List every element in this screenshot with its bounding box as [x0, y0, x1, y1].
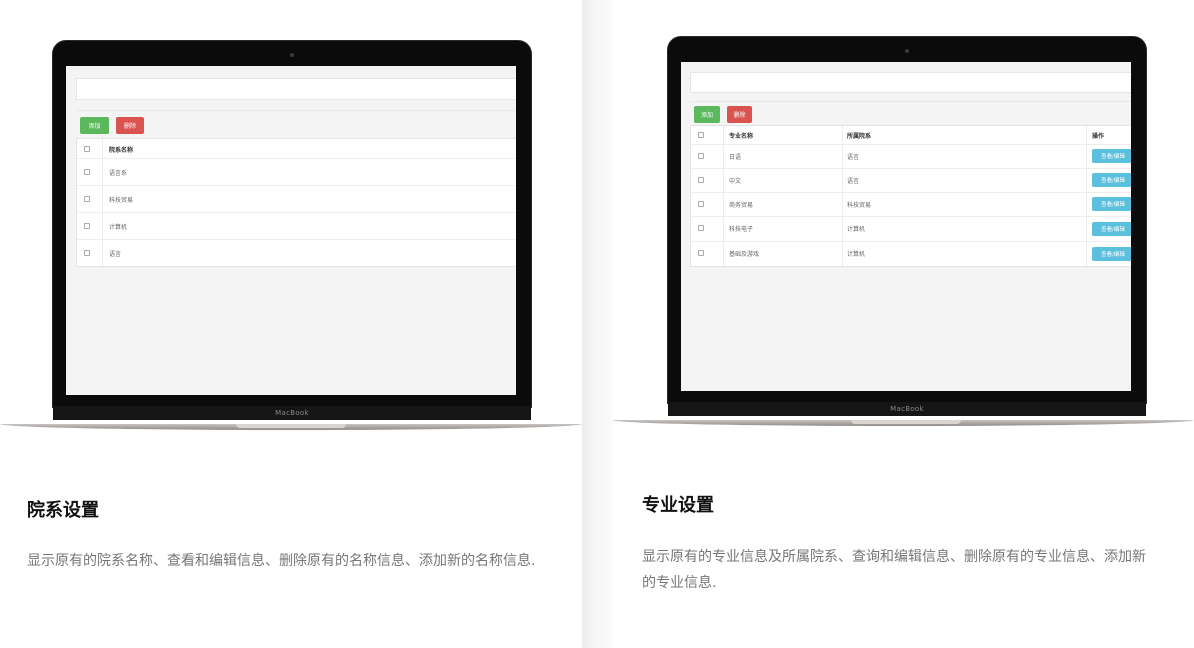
- dept-name-cell: 计算机: [109, 224, 128, 231]
- camera-icon: [290, 53, 294, 57]
- page: 添加 删除 院系名称 语言系 科技贸易 计算机 语言 MacBook 院系设置 …: [0, 0, 1194, 648]
- view-edit-button[interactable]: 查看/编辑: [1092, 197, 1131, 211]
- camera-icon: [905, 49, 909, 53]
- row-checkbox[interactable]: [698, 225, 704, 231]
- table-header-row: 院系名称: [77, 139, 516, 159]
- column-header-actions: 操作: [1092, 133, 1105, 140]
- row-checkbox[interactable]: [698, 201, 704, 207]
- laptop-mockup: 添加 删除 院系名称 语言系 科技贸易 计算机 语言 MacBook: [0, 0, 582, 440]
- column-divider: [582, 0, 612, 648]
- major-name-cell: 商务贸易: [729, 202, 754, 209]
- row-checkbox[interactable]: [84, 196, 90, 202]
- add-button[interactable]: 添加: [80, 117, 109, 134]
- table-row[interactable]: 日语 语言 查看/编辑: [691, 145, 1131, 169]
- card-title: 院系设置: [27, 500, 99, 521]
- card-title: 专业设置: [642, 495, 714, 516]
- dept-name-cell: 计算机: [847, 251, 866, 258]
- laptop-screen: 添加 删除 专业名称 所属院系 操作 日语 语言 查看/编辑 中文 语言 查看/…: [681, 62, 1131, 391]
- view-edit-button[interactable]: 查看/编辑: [1092, 222, 1131, 236]
- major-name-cell: 日语: [729, 154, 742, 161]
- table-row[interactable]: 科技贸易: [77, 186, 516, 213]
- dept-name-cell: 语言: [847, 178, 860, 185]
- laptop-screen: 添加 删除 院系名称 语言系 科技贸易 计算机 语言: [66, 66, 516, 395]
- column-header-dept: 所属院系: [847, 133, 872, 140]
- card-description: 显示原有的专业信息及所属院系、查询和编辑信息、删除原有的专业信息、添加新的专业信…: [642, 549, 1146, 591]
- row-checkbox[interactable]: [698, 153, 704, 159]
- department-settings-card: 添加 删除 院系名称 语言系 科技贸易 计算机 语言 MacBook 院系设置 …: [0, 0, 582, 648]
- major-name-cell: 基础及游戏: [729, 251, 760, 258]
- row-checkbox[interactable]: [84, 250, 90, 256]
- row-checkbox[interactable]: [84, 169, 90, 175]
- department-table: 院系名称 语言系 科技贸易 计算机 语言: [76, 138, 516, 267]
- table-row[interactable]: 语言: [77, 240, 516, 267]
- dept-name-cell: 语言: [109, 251, 122, 258]
- add-button[interactable]: 添加: [694, 106, 720, 123]
- major-table: 专业名称 所属院系 操作 日语 语言 查看/编辑 中文 语言 查看/编辑 商务贸…: [690, 125, 1131, 267]
- table-row[interactable]: 商务贸易 科技贸易 查看/编辑: [691, 193, 1131, 217]
- select-all-checkbox[interactable]: [698, 132, 704, 138]
- major-settings-card: 添加 删除 专业名称 所属院系 操作 日语 语言 查看/编辑 中文 语言 查看/…: [612, 0, 1194, 648]
- toolbar-divider: [76, 110, 516, 111]
- table-row[interactable]: 语言系: [77, 159, 516, 186]
- search-input[interactable]: [76, 78, 516, 100]
- dept-name-cell: 科技贸易: [109, 197, 134, 204]
- row-checkbox[interactable]: [698, 250, 704, 256]
- delete-button[interactable]: 删除: [116, 117, 144, 134]
- row-checkbox[interactable]: [84, 223, 90, 229]
- view-edit-button[interactable]: 查看/编辑: [1092, 247, 1131, 261]
- dept-name-cell: 计算机: [847, 226, 866, 233]
- toolbar-divider: [690, 101, 1131, 102]
- major-name-cell: 中文: [729, 178, 742, 185]
- dept-name-cell: 科技贸易: [847, 202, 872, 209]
- table-row[interactable]: 计算机: [77, 213, 516, 240]
- laptop-hinge-notch: [851, 420, 961, 424]
- select-all-checkbox[interactable]: [84, 146, 90, 152]
- laptop-brand-label: MacBook: [890, 405, 924, 413]
- table-header-row: 专业名称 所属院系 操作: [691, 126, 1131, 145]
- table-row[interactable]: 科技电子 计算机 查看/编辑: [691, 217, 1131, 242]
- column-header-major: 专业名称: [729, 133, 754, 140]
- table-row[interactable]: 基础及游戏 计算机 查看/编辑: [691, 242, 1131, 267]
- view-edit-button[interactable]: 查看/编辑: [1092, 149, 1131, 163]
- table-row[interactable]: 中文 语言 查看/编辑: [691, 169, 1131, 193]
- search-input[interactable]: [690, 72, 1131, 93]
- card-description: 显示原有的院系名称、查看和编辑信息、删除原有的名称信息、添加新的名称信息.: [27, 553, 536, 569]
- view-edit-button[interactable]: 查看/编辑: [1092, 173, 1131, 187]
- major-name-cell: 科技电子: [729, 226, 754, 233]
- row-checkbox[interactable]: [698, 177, 704, 183]
- delete-button[interactable]: 删除: [727, 106, 752, 123]
- dept-name-cell: 语言系: [109, 170, 128, 177]
- laptop-brand-label: MacBook: [275, 409, 309, 417]
- laptop-mockup: 添加 删除 专业名称 所属院系 操作 日语 语言 查看/编辑 中文 语言 查看/…: [612, 0, 1194, 440]
- laptop-hinge-notch: [236, 424, 346, 428]
- dept-name-cell: 语言: [847, 154, 860, 161]
- column-header-dept-name: 院系名称: [109, 147, 134, 154]
